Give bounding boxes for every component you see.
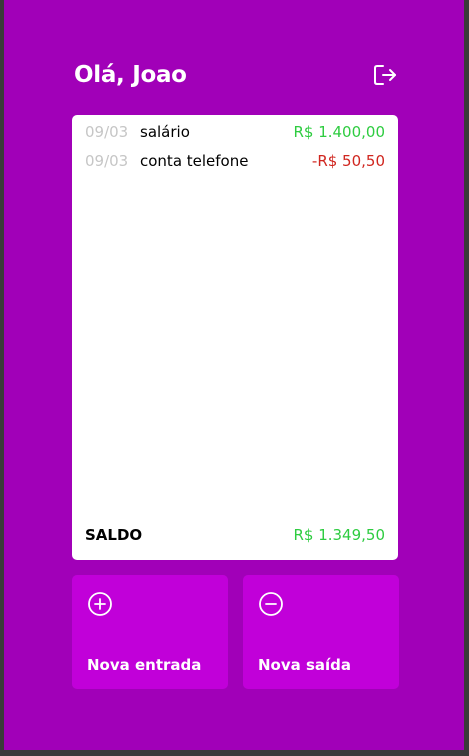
record-value: R$ 1.400,00	[293, 123, 385, 141]
record-date: 09/03	[85, 123, 129, 141]
records-panel: 09/03 salário R$ 1.400,00 09/03 conta te…	[72, 115, 398, 560]
logout-button[interactable]	[372, 62, 398, 88]
record-date: 09/03	[85, 152, 129, 170]
minus-circle-icon	[258, 591, 284, 617]
record-description: salário	[140, 123, 190, 141]
record-item: 09/03 salário R$ 1.400,00	[85, 122, 385, 142]
header: Olá, Joao	[74, 58, 398, 92]
record-item: 09/03 conta telefone -R$ 50,50	[85, 151, 385, 171]
new-entry-button[interactable]: Nova entrada	[72, 575, 228, 689]
new-exit-label: Nova saída	[258, 656, 352, 674]
record-description: conta telefone	[140, 152, 249, 170]
new-exit-button[interactable]: Nova saída	[243, 575, 399, 689]
balance-label: SALDO	[85, 526, 143, 544]
record-value: -R$ 50,50	[311, 152, 385, 170]
new-entry-label: Nova entrada	[87, 656, 202, 674]
plus-circle-icon	[87, 591, 113, 617]
balance-value: R$ 1.349,50	[293, 526, 385, 544]
app-container: Olá, Joao 09/03 salário R$ 1.400,00 09/0…	[4, 0, 464, 750]
logout-icon	[372, 62, 398, 88]
greeting-title: Olá, Joao	[74, 62, 187, 88]
